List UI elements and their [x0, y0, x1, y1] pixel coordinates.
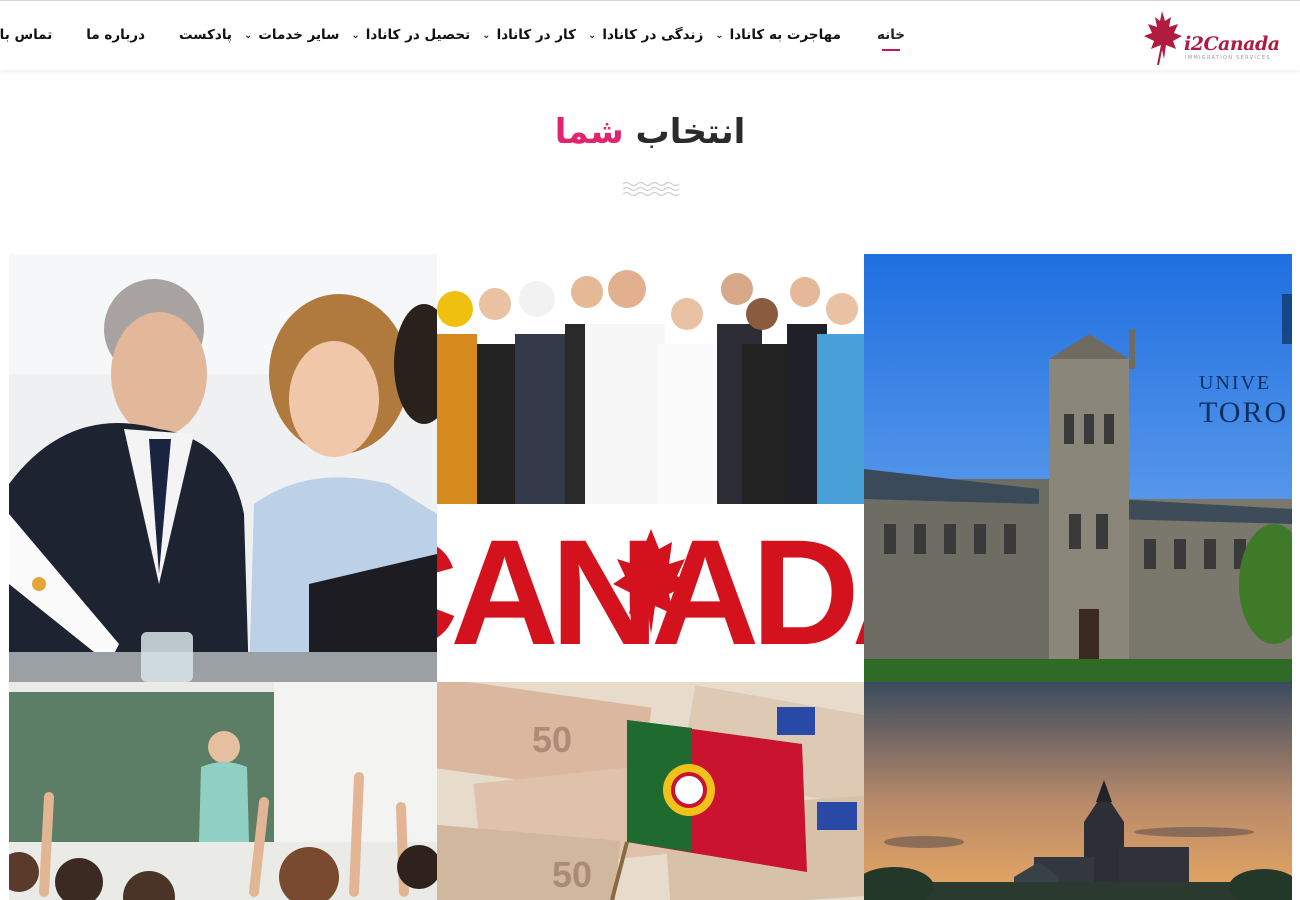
svg-text:TORO: TORO	[1199, 396, 1288, 429]
nav-label: کار در کانادا	[496, 27, 576, 43]
business-meeting-image	[9, 254, 437, 682]
svg-text:UNIVE: UNIVE	[1199, 372, 1271, 394]
nav-item-work[interactable]: کار در کانادا ⌄	[482, 1, 576, 69]
tile-quebec[interactable]	[864, 682, 1292, 900]
quebec-city-image	[864, 682, 1292, 900]
tile-portugal[interactable]: 50 50	[437, 682, 865, 900]
logo-subtext: IMMIGRATION SERVICES	[1185, 55, 1271, 61]
classroom-image	[9, 682, 437, 900]
nav-label: مهاجرت به کانادا	[729, 27, 841, 43]
maple-leaf-icon	[1144, 11, 1182, 65]
nav-item-about[interactable]: درباره ما	[86, 1, 145, 69]
choice-grid: CANADA	[9, 254, 1292, 900]
university-of-toronto-image: UNIVE TORO	[864, 254, 1292, 682]
header: i2Canada IMMIGRATION SERVICES خانه مهاجر…	[0, 0, 1300, 70]
chevron-down-icon: ⌄	[351, 29, 360, 41]
nav-item-podcast[interactable]: پادکست	[179, 1, 232, 69]
canada-workers-image: CANADA	[437, 254, 865, 682]
nav-label: تماس با ما	[0, 27, 53, 43]
nav-label: درباره ما	[86, 27, 146, 43]
nav-label: پادکست	[179, 27, 232, 43]
tile-study-canada[interactable]: UNIVE TORO	[864, 254, 1292, 682]
nav-label: خانه	[876, 27, 905, 43]
main-nav: خانه مهاجرت به کانادا ⌄ زندگی در کانادا …	[0, 1, 905, 69]
chevron-down-icon: ⌄	[587, 29, 597, 41]
tile-classroom[interactable]	[9, 682, 437, 900]
wave-divider-icon	[622, 181, 680, 196]
nav-item-immigration[interactable]: مهاجرت به کانادا ⌄	[715, 1, 841, 69]
svg-text:50: 50	[552, 854, 592, 895]
site-logo[interactable]: i2Canada IMMIGRATION SERVICES	[1140, 7, 1288, 65]
logo-text: i2Canada	[1184, 33, 1280, 55]
chevron-down-icon: ⌄	[243, 29, 253, 41]
nav-item-study[interactable]: تحصیل در کانادا ⌄	[351, 1, 470, 69]
nav-label: تحصیل در کانادا	[365, 27, 471, 43]
nav-item-other-services[interactable]: سایر خدمات ⌄	[244, 1, 339, 69]
portugal-flag-euros-image: 50 50	[437, 682, 865, 900]
nav-label: سایر خدمات	[258, 27, 340, 43]
chevron-down-icon: ⌄	[482, 29, 491, 41]
nav-item-living[interactable]: زندگی در کانادا ⌄	[588, 1, 703, 69]
nav-item-contact[interactable]: تماس با ما	[0, 1, 52, 69]
nav-label: زندگی در کانادا	[602, 27, 704, 43]
svg-text:50: 50	[532, 719, 572, 760]
tile-business-meeting[interactable]	[9, 254, 437, 682]
nav-item-home[interactable]: خانه	[877, 1, 905, 69]
section-title: انتخاب شما	[0, 112, 1300, 152]
section-title-word2: شما	[554, 112, 625, 152]
chevron-down-icon: ⌄	[715, 29, 724, 41]
section-title-word1: انتخاب	[635, 112, 746, 152]
tile-work-canada[interactable]: CANADA	[437, 254, 865, 682]
